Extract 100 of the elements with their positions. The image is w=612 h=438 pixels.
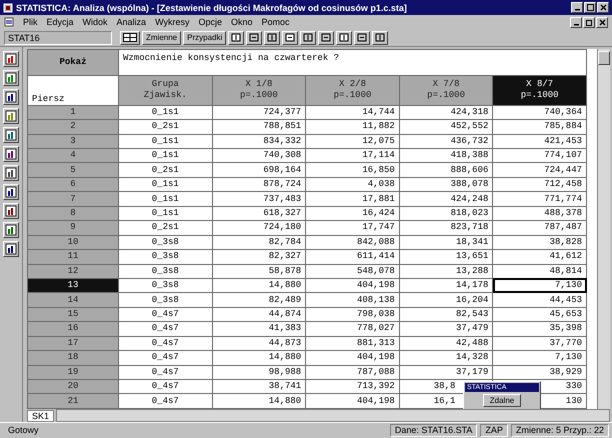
row-label[interactable]: 16 — [28, 322, 118, 336]
document-icon — [4, 17, 14, 27]
maximize-button[interactable] — [584, 2, 596, 13]
row-label[interactable]: 3 — [28, 134, 118, 148]
status-pane: Zmienne: 5 Przyp.: 22 — [510, 424, 609, 437]
table-cell: 408,138 — [306, 292, 400, 308]
row-label[interactable]: 18 — [28, 350, 118, 366]
table-cell: 41,612 — [492, 250, 586, 264]
bar-chart-icon — [5, 53, 17, 65]
menu-item[interactable]: Edycja — [46, 17, 74, 27]
row-label[interactable]: 20 — [28, 380, 118, 394]
tool-button[interactable] — [3, 241, 19, 257]
table-cell: 44,874 — [212, 307, 306, 322]
table-cell: 14,880 — [212, 350, 306, 366]
tool-button[interactable] — [3, 184, 19, 200]
tool-button[interactable] — [3, 70, 19, 86]
table-cell: 0_4s7 — [118, 350, 212, 366]
row-label[interactable]: 11 — [28, 250, 118, 264]
table-cell: 834,332 — [212, 134, 306, 148]
table-cell: 13,288 — [399, 264, 493, 278]
row-label[interactable]: 7 — [28, 192, 118, 206]
bar-chart-icon — [5, 148, 17, 160]
row-label[interactable]: 5 — [28, 162, 118, 178]
tool-button[interactable] — [3, 108, 19, 124]
toolbar-button[interactable] — [318, 30, 334, 44]
restore-button[interactable] — [583, 16, 595, 28]
cell-reference-field[interactable]: STAT16 — [4, 30, 112, 44]
column-header[interactable]: X 2/8 p=.1000 — [306, 75, 400, 106]
menu-item[interactable]: Wykresy — [155, 17, 190, 27]
row-label[interactable]: 19 — [28, 365, 118, 380]
toolbar-button[interactable] — [246, 30, 262, 44]
restore-icon — [586, 18, 592, 26]
grid-icon — [123, 33, 137, 42]
toolbar-button[interactable]: Przypadki — [183, 30, 226, 44]
tool-button[interactable] — [3, 51, 19, 67]
toolbar-button[interactable] — [372, 30, 388, 44]
row-label[interactable]: 13 — [28, 278, 118, 293]
bar-icon — [303, 33, 314, 42]
toolbar-button[interactable] — [300, 30, 316, 44]
close-button[interactable] — [596, 16, 608, 28]
minimize-button[interactable] — [571, 2, 583, 13]
row-label[interactable]: 15 — [28, 307, 118, 322]
row-label[interactable]: 10 — [28, 235, 118, 250]
minimize-button[interactable] — [570, 16, 582, 28]
menu-item[interactable]: Opcje — [198, 17, 222, 27]
row-label[interactable]: 4 — [28, 148, 118, 163]
toolbar-button[interactable] — [228, 30, 244, 44]
row-label[interactable]: 12 — [28, 264, 118, 278]
toolbar-button[interactable] — [264, 30, 280, 44]
tool-button[interactable] — [3, 146, 19, 162]
tool-button[interactable] — [3, 127, 19, 143]
table-cell: 842,088 — [306, 235, 400, 250]
toolbar-button[interactable] — [282, 30, 298, 44]
column-header[interactable]: X 7/8 p=.1000 — [399, 75, 493, 106]
toolbar-button[interactable]: Zmienne — [142, 30, 182, 44]
popup-button[interactable]: Zdalne — [482, 394, 522, 407]
grid-button[interactable] — [120, 30, 140, 44]
table-cell: 0_3s8 — [118, 278, 212, 293]
table-cell: 0_2s1 — [118, 120, 212, 134]
tool-button[interactable] — [3, 203, 19, 219]
menu-item[interactable]: Widok — [82, 17, 108, 27]
close-icon — [600, 4, 606, 11]
table-cell: 38,929 — [492, 365, 586, 380]
menu-item[interactable]: Analiza — [116, 17, 146, 27]
menu-item[interactable]: Plik — [23, 17, 38, 27]
row-label[interactable]: 21 — [28, 394, 118, 408]
column-header[interactable]: X 8/7 p=.1000 — [492, 75, 586, 106]
close-button[interactable] — [597, 2, 609, 13]
table-cell: 0_3s8 — [118, 235, 212, 250]
row-label[interactable]: 2 — [28, 120, 118, 134]
menu-item[interactable]: Okno — [231, 17, 253, 27]
horizontal-scrollbar[interactable] — [56, 409, 610, 422]
row-label[interactable]: 14 — [28, 292, 118, 308]
table-cell: 823,718 — [399, 220, 493, 236]
table-cell: 424,318 — [399, 105, 493, 120]
table-cell: 14,178 — [399, 278, 493, 293]
row-label[interactable]: 1 — [28, 105, 118, 120]
table-cell: 0_4s7 — [118, 307, 212, 322]
table-cell: 724,180 — [212, 220, 306, 236]
column-header[interactable]: X 1/8 p=.1000 — [212, 75, 306, 106]
bar-icon — [339, 33, 350, 42]
table-cell: 0_3s8 — [118, 264, 212, 278]
table-cell: 35,398 — [492, 322, 586, 336]
row-label[interactable]: 17 — [28, 336, 118, 351]
table-cell: 488,378 — [492, 206, 586, 221]
toolbar-button[interactable] — [336, 30, 352, 44]
toolbar-button[interactable] — [354, 30, 370, 44]
menu-item[interactable]: Pomoc — [262, 17, 290, 27]
row-label[interactable]: 8 — [28, 206, 118, 221]
tool-button[interactable] — [3, 89, 19, 105]
tool-button[interactable] — [3, 222, 19, 238]
column-header[interactable]: Grupa Zjawisk. — [118, 75, 212, 106]
sheet-tab[interactable]: SK1 — [27, 410, 54, 422]
tool-button[interactable] — [3, 165, 19, 181]
row-label[interactable]: 6 — [28, 177, 118, 192]
table-cell: 12,075 — [306, 134, 400, 148]
minus-icon — [249, 33, 260, 42]
corner-header[interactable]: Pokaż — [28, 50, 118, 76]
vertical-scrollbar[interactable] — [597, 49, 610, 409]
row-label[interactable]: 9 — [28, 220, 118, 236]
